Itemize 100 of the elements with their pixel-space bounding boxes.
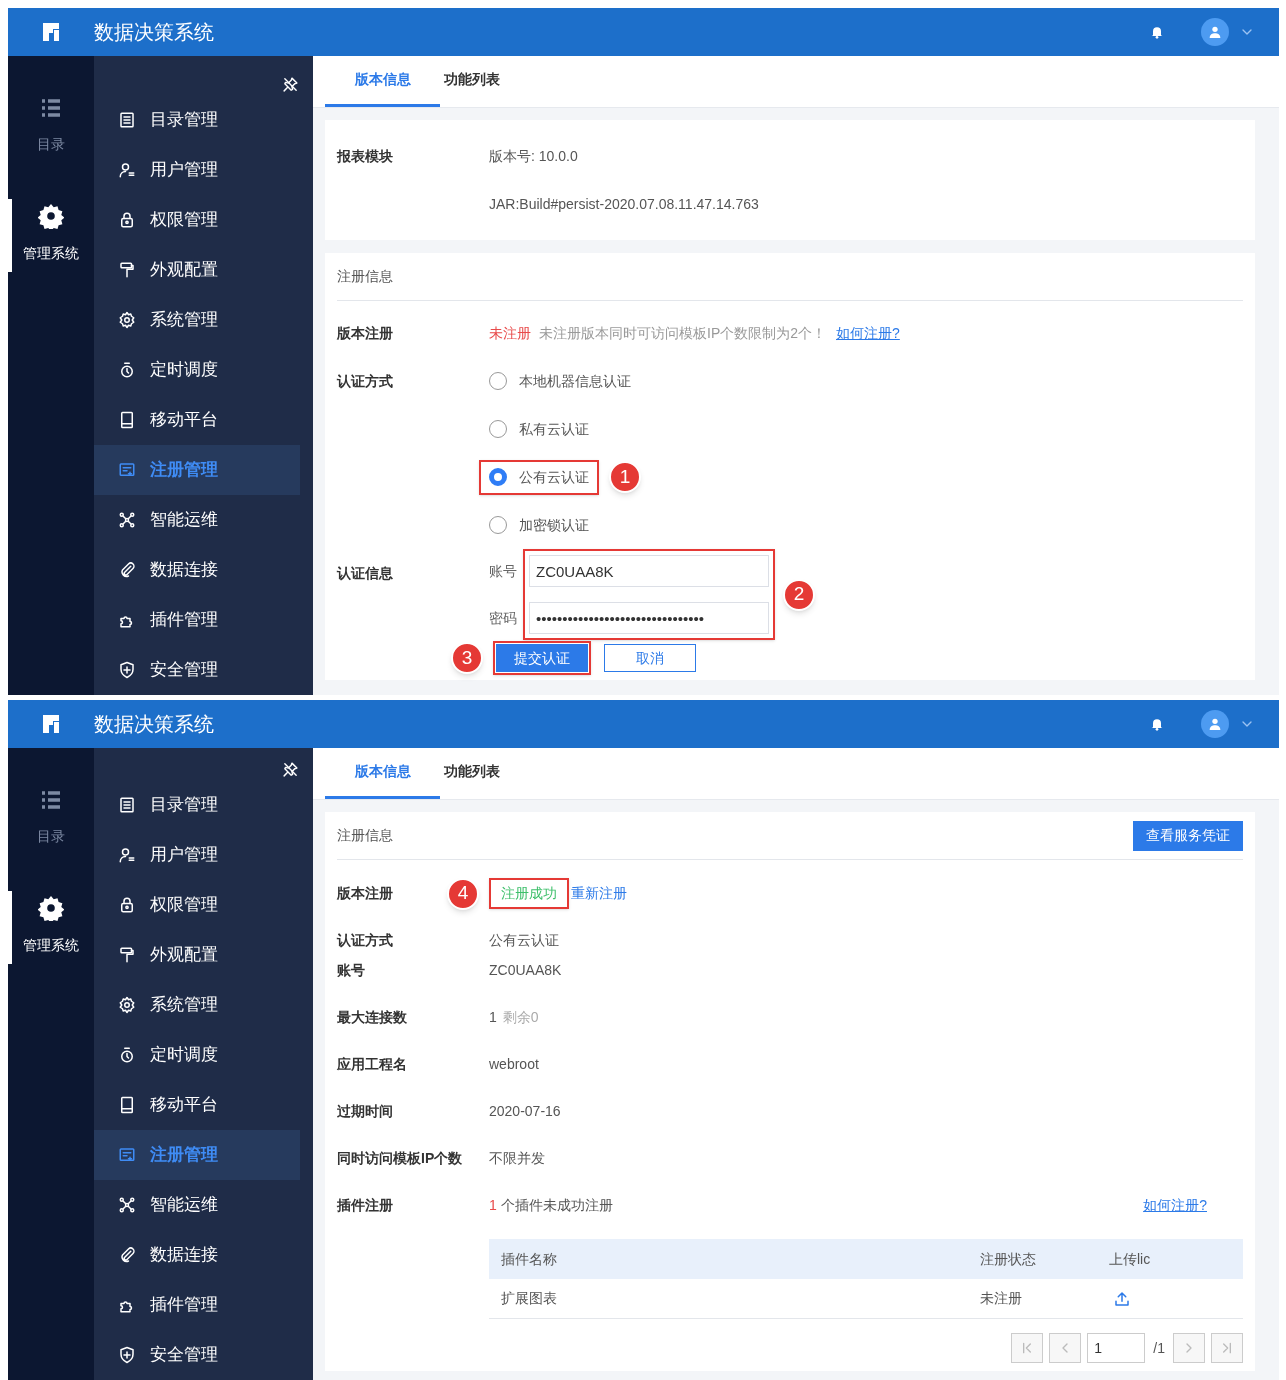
list-icon bbox=[39, 788, 63, 812]
form-icon bbox=[118, 461, 136, 479]
field-label: 账号 bbox=[337, 961, 366, 980]
avatar[interactable] bbox=[1201, 18, 1229, 46]
view-credential-button[interactable]: 查看服务凭证 bbox=[1133, 820, 1243, 851]
pin-icon[interactable] bbox=[282, 761, 299, 778]
radio-option[interactable]: 本地机器信息认证 bbox=[479, 363, 641, 399]
gear-icon bbox=[118, 996, 136, 1014]
remaining-text: 剩余0 bbox=[502, 1008, 539, 1027]
menu-item[interactable]: 用户管理 bbox=[94, 145, 300, 195]
menu-item[interactable]: 目录管理 bbox=[94, 780, 300, 830]
input-field[interactable]: •••••••••••••••••••••••••••••••• bbox=[529, 602, 769, 634]
radio-button[interactable] bbox=[489, 516, 507, 534]
lock-icon bbox=[118, 896, 136, 914]
gear-icon bbox=[38, 895, 64, 921]
shield-icon bbox=[118, 1346, 136, 1364]
menu-item[interactable]: 数据连接 bbox=[94, 1230, 300, 1280]
menu-item[interactable]: 定时调度 bbox=[94, 345, 300, 395]
field-value: 1 bbox=[489, 1008, 497, 1027]
radio-option[interactable]: 私有云认证 bbox=[479, 411, 599, 447]
field-value: 个插件未成功注册 bbox=[500, 1196, 614, 1215]
next-page-button[interactable] bbox=[1173, 1333, 1205, 1363]
page-total: /1 bbox=[1153, 1338, 1165, 1358]
help-link[interactable]: 如何注册? bbox=[1143, 1195, 1207, 1216]
first-page-button[interactable] bbox=[1011, 1333, 1044, 1363]
tab[interactable]: 功能列表 bbox=[440, 55, 504, 107]
menu-item[interactable]: 系统管理 bbox=[94, 295, 300, 345]
list-icon bbox=[118, 796, 136, 814]
field-value: 2020-07-16 bbox=[489, 1102, 561, 1121]
field-label: 版本注册 bbox=[337, 323, 394, 343]
field-label: 认证方式 bbox=[337, 371, 394, 391]
status-text: 未注册 bbox=[489, 323, 531, 343]
section-title: 注册信息 bbox=[337, 267, 393, 286]
menu-item[interactable]: 安全管理 bbox=[94, 1330, 300, 1380]
rail-item[interactable]: 目录 bbox=[8, 784, 94, 851]
menu-item[interactable]: 外观配置 bbox=[94, 930, 300, 980]
rail-item[interactable]: 目录 bbox=[8, 92, 94, 159]
radio-option[interactable]: 公有云认证 bbox=[479, 459, 599, 495]
step-badge: 1 bbox=[609, 461, 641, 493]
button[interactable]: 取消 bbox=[604, 644, 696, 672]
field-label: 认证方式 bbox=[337, 931, 394, 950]
tab[interactable]: 版本信息 bbox=[325, 747, 440, 799]
menu-item[interactable]: 插件管理 bbox=[94, 595, 300, 645]
paperclip-icon bbox=[118, 1246, 136, 1264]
menu-item[interactable]: 用户管理 bbox=[94, 830, 300, 880]
menu-item[interactable]: 外观配置 bbox=[94, 245, 300, 295]
gear-icon bbox=[118, 311, 136, 329]
lock-icon bbox=[118, 211, 136, 229]
radio-button[interactable] bbox=[489, 420, 507, 438]
button[interactable]: 提交认证 bbox=[496, 644, 588, 672]
upload-icon[interactable] bbox=[1113, 1289, 1131, 1308]
version-text: JAR:Build#persist-2020.07.08.11.47.14.763 bbox=[489, 194, 759, 214]
nodes-icon bbox=[118, 1196, 136, 1214]
form-icon bbox=[118, 1146, 136, 1164]
tab[interactable]: 版本信息 bbox=[325, 55, 440, 107]
app-title: 数据决策系统 bbox=[94, 712, 214, 737]
menu-item[interactable]: 安全管理 bbox=[94, 645, 300, 695]
person-icon bbox=[1207, 716, 1223, 732]
list-icon bbox=[118, 111, 136, 129]
paint-roller-icon bbox=[118, 946, 136, 964]
table-cell-text: 扩展图表 bbox=[501, 1289, 558, 1308]
menu-item[interactable]: 权限管理 bbox=[94, 195, 300, 245]
field-label: 密码 bbox=[489, 608, 517, 628]
menu-item[interactable]: 系统管理 bbox=[94, 980, 300, 1030]
menu-item[interactable]: 插件管理 bbox=[94, 1280, 300, 1330]
menu-item[interactable]: 定时调度 bbox=[94, 1030, 300, 1080]
radio-button[interactable] bbox=[489, 372, 507, 390]
menu-item[interactable]: 移动平台 bbox=[94, 1080, 300, 1130]
field-label: 报表模块 bbox=[337, 146, 394, 166]
tab[interactable]: 功能列表 bbox=[440, 747, 504, 799]
version-text: 版本号: 10.0.0 bbox=[489, 146, 579, 166]
menu-item[interactable]: 移动平台 bbox=[94, 395, 300, 445]
radio-option[interactable]: 加密锁认证 bbox=[479, 507, 599, 543]
help-link[interactable]: 如何注册? bbox=[836, 322, 900, 344]
avatar[interactable] bbox=[1201, 710, 1229, 738]
menu-item[interactable]: 目录管理 bbox=[94, 95, 300, 145]
step-badge: 2 bbox=[783, 578, 815, 611]
menu-item[interactable]: 智能运维 bbox=[94, 495, 300, 545]
page-input[interactable]: 1 bbox=[1087, 1333, 1146, 1363]
column-header: 注册状态 bbox=[980, 1249, 1037, 1269]
last-page-button[interactable] bbox=[1211, 1333, 1243, 1363]
re-register-link[interactable]: 重新注册 bbox=[571, 883, 627, 904]
gear-icon bbox=[38, 203, 64, 229]
field-label: 插件注册 bbox=[337, 1196, 394, 1215]
radio-button[interactable] bbox=[489, 468, 507, 486]
previous-page-button[interactable] bbox=[1049, 1333, 1082, 1363]
input-field[interactable]: ZC0UAA8K bbox=[529, 555, 769, 587]
table-cell-text: 未注册 bbox=[980, 1289, 1023, 1308]
pin-icon[interactable] bbox=[282, 76, 299, 93]
field-label: 最大连接数 bbox=[337, 1008, 408, 1027]
timer-icon bbox=[118, 361, 136, 379]
field-label: 认证信息 bbox=[337, 563, 394, 583]
field-label: 账号 bbox=[489, 561, 517, 581]
menu-item[interactable]: 权限管理 bbox=[94, 880, 300, 930]
menu-item[interactable]: 数据连接 bbox=[94, 545, 300, 595]
nodes-icon bbox=[118, 511, 136, 529]
step-badge: 3 bbox=[451, 642, 483, 674]
person-icon bbox=[1207, 24, 1223, 40]
column-header: 插件名称 bbox=[501, 1249, 558, 1269]
menu-item[interactable]: 智能运维 bbox=[94, 1180, 300, 1230]
